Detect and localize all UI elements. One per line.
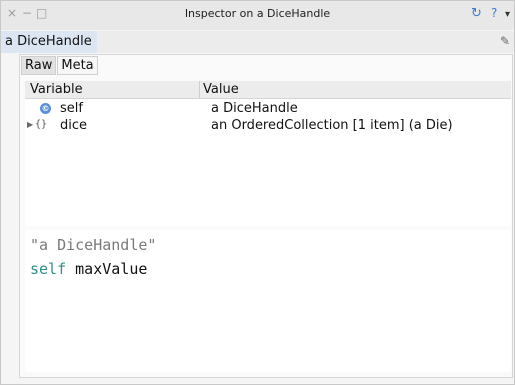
expand-triangle-icon[interactable]: ▶ xyxy=(27,120,33,129)
variable-value: an OrderedCollection [1 item] (a Die) xyxy=(211,118,453,133)
variable-name: self xyxy=(60,101,83,116)
window-title: Inspector on a DiceHandle xyxy=(184,7,331,20)
title-bar[interactable]: × − □ Inspector on a DiceHandle ↻ ? ▾ xyxy=(1,1,514,30)
self-icon: © xyxy=(40,103,51,114)
object-tab[interactable]: a DiceHandle xyxy=(1,31,97,53)
column-divider[interactable] xyxy=(199,81,200,98)
code-line: self maxValue xyxy=(30,260,147,278)
variables-table: Variable Value © self a DiceHandle ▶ {} … xyxy=(25,81,511,226)
variable-name: dice xyxy=(60,118,88,133)
tab-meta[interactable]: Meta xyxy=(57,56,98,75)
inspector-window: × − □ Inspector on a DiceHandle ↻ ? ▾ a … xyxy=(0,0,515,385)
variable-value: a DiceHandle xyxy=(211,101,298,116)
column-header-value[interactable]: Value xyxy=(203,82,239,97)
view-tabs: Raw Meta xyxy=(21,56,99,75)
code-message: maxValue xyxy=(75,260,148,278)
refresh-icon[interactable]: ↻ xyxy=(471,6,482,21)
table-row[interactable]: © self a DiceHandle xyxy=(25,100,511,117)
code-comment: "a DiceHandle" xyxy=(30,236,157,254)
edit-pencil-icon[interactable]: ✎ xyxy=(500,34,510,48)
table-row[interactable]: ▶ {} dice an OrderedCollection [1 item] … xyxy=(25,117,511,134)
code-keyword-self: self xyxy=(30,260,67,278)
code-editor[interactable]: "a DiceHandle" self maxValue xyxy=(25,230,511,372)
tab-raw[interactable]: Raw xyxy=(21,56,57,75)
collection-icon: {} xyxy=(35,119,48,130)
column-header-variable[interactable]: Variable xyxy=(30,82,83,97)
help-icon[interactable]: ? xyxy=(491,6,497,20)
table-header: Variable Value xyxy=(25,81,511,99)
menu-chevron-icon[interactable]: ▾ xyxy=(505,9,510,20)
object-tab-strip: a DiceHandle ✎ xyxy=(1,31,514,53)
